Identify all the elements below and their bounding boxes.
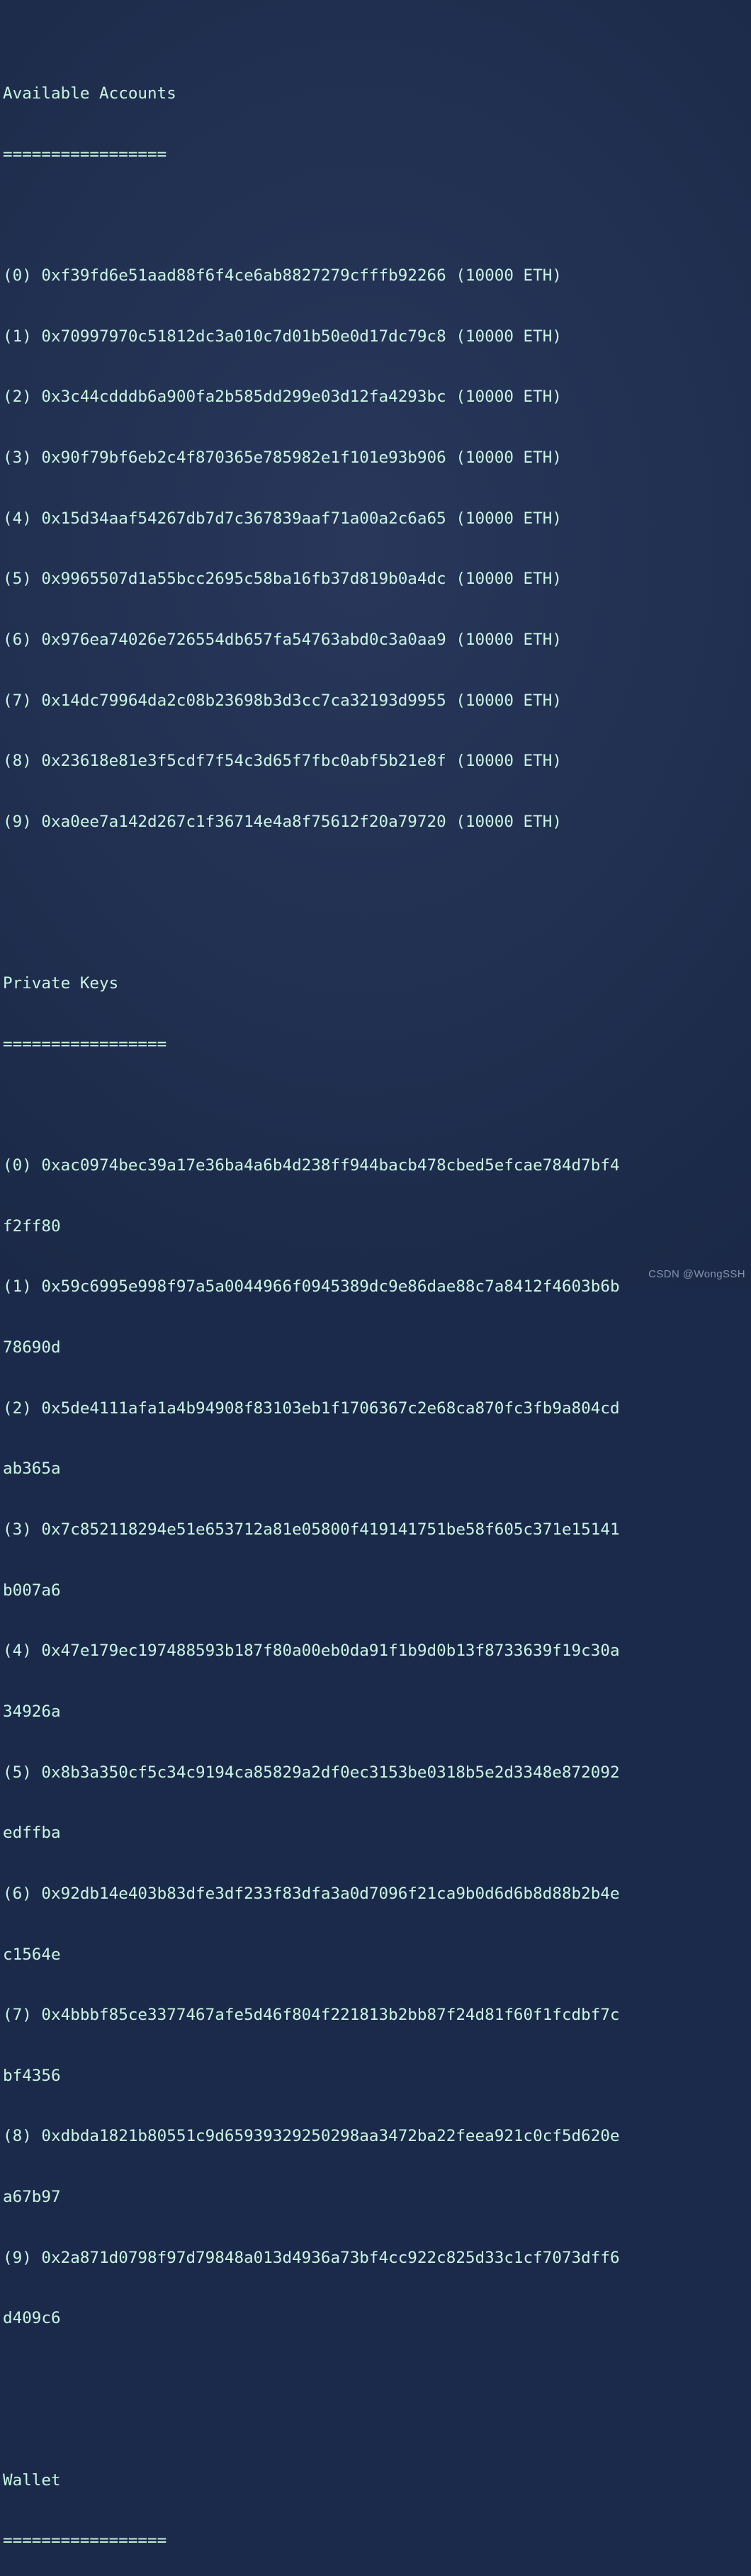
private-key-row-wrap: edffba	[3, 1824, 61, 1843]
watermark: CSDN @WongSSH	[648, 1268, 745, 1281]
account-row: (0) 0xf39fd6e51aad88f6f4ce6ab8827279cfff…	[3, 266, 562, 286]
wallet-separator: =================	[3, 2531, 167, 2550]
private-key-row-wrap: 78690d	[3, 1338, 61, 1357]
private-key-row: (0) 0xac0974bec39a17e36ba4a6b4d238ff944b…	[3, 1156, 620, 1175]
private-key-row-wrap: b007a6	[3, 1581, 61, 1600]
private-key-row: (1) 0x59c6995e998f97a5a0044966f0945389dc…	[3, 1277, 620, 1297]
private-keys-separator: =================	[3, 1034, 167, 1053]
private-key-row-wrap: a67b97	[3, 2188, 61, 2207]
private-key-row: (9) 0x2a871d0798f97d79848a013d4936a73bf4…	[3, 2248, 620, 2267]
private-key-row: (2) 0x5de4111afa1a4b94908f83103eb1f17063…	[3, 1399, 620, 1418]
accounts-separator: =================	[3, 145, 167, 164]
private-keys-heading: Private Keys	[3, 974, 119, 993]
account-row: (7) 0x14dc79964da2c08b23698b3d3cc7ca3219…	[3, 691, 562, 710]
private-key-row-wrap: f2ff80	[3, 1216, 61, 1236]
account-row: (4) 0x15d34aaf54267db7d7c367839aaf71a00a…	[3, 509, 562, 528]
private-key-row: (6) 0x92db14e403b83dfe3df233f83dfa3a0d70…	[3, 1884, 620, 1903]
account-row: (8) 0x23618e81e3f5cdf7f54c3d65f7fbc0abf5…	[3, 752, 562, 771]
private-key-row: (7) 0x4bbbf85ce3377467afe5d46f804f221813…	[3, 2006, 620, 2025]
account-row: (6) 0x976ea74026e726554db657fa54763abd0c…	[3, 630, 562, 649]
accounts-heading: Available Accounts	[3, 84, 176, 103]
private-key-row-wrap: c1564e	[3, 1945, 61, 1964]
private-key-row: (8) 0xdbda1821b80551c9d65939329250298aa3…	[3, 2127, 620, 2146]
private-key-row-wrap: ab365a	[3, 1459, 61, 1479]
account-row: (2) 0x3c44cdddb6a900fa2b585dd299e03d12fa…	[3, 388, 562, 407]
private-key-row: (4) 0x47e179ec197488593b187f80a00eb0da91…	[3, 1642, 620, 1661]
terminal-output: Available Accounts ================= (0)…	[0, 0, 751, 2550]
account-row: (3) 0x90f79bf6eb2c4f870365e785982e1f101e…	[3, 448, 562, 468]
private-key-row: (5) 0x8b3a350cf5c34c9194ca85829a2df0ec31…	[3, 1763, 620, 1782]
account-row: (9) 0xa0ee7a142d267c1f36714e4a8f75612f20…	[3, 812, 562, 831]
private-key-row-wrap: d409c6	[3, 2309, 61, 2328]
account-row: (5) 0x9965507d1a55bcc2695c58ba16fb37d819…	[3, 570, 562, 589]
private-key-row-wrap: 34926a	[3, 1702, 61, 1721]
account-row: (1) 0x70997970c51812dc3a010c7d01b50e0d17…	[3, 327, 562, 346]
private-key-row-wrap: bf4356	[3, 2066, 61, 2085]
private-key-row: (3) 0x7c852118294e51e653712a81e05800f419…	[3, 1520, 620, 1540]
wallet-heading: Wallet	[3, 2470, 61, 2490]
